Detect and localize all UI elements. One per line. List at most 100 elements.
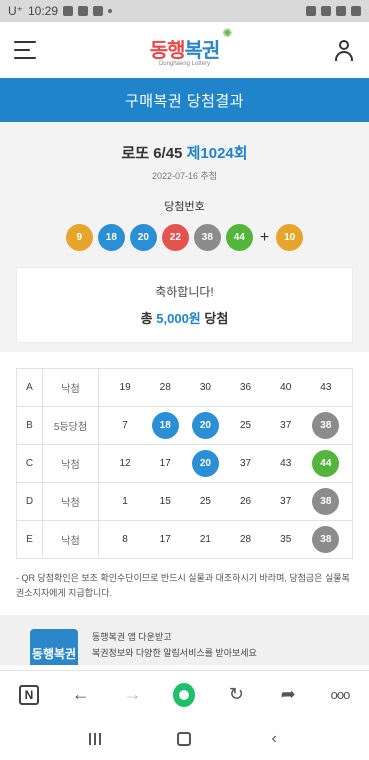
picked-number: 38 bbox=[312, 412, 340, 439]
recents-icon bbox=[88, 733, 101, 745]
result-label: 낙첨 bbox=[42, 520, 99, 559]
picked-number: 1 bbox=[122, 496, 128, 507]
user-icon-body bbox=[335, 51, 353, 61]
numbers-row: 1 15 25 26 37 38 bbox=[99, 488, 352, 515]
browser-toolbar: N ← → ↻ ➦ ooo bbox=[0, 670, 369, 718]
refresh-icon[interactable]: ↻ bbox=[225, 684, 247, 706]
picked-number: 36 bbox=[239, 382, 252, 393]
message-icon bbox=[93, 6, 104, 16]
picked-number: 37 bbox=[280, 496, 292, 507]
numbers-row: 7 18 20 25 37 38 bbox=[99, 412, 352, 439]
status-bar: U⁺ 10:29 bbox=[0, 0, 369, 22]
back-nav-button[interactable]: ‹ bbox=[264, 729, 284, 749]
promo-text: 동행복권 앱 다운받고 복권정보와 다양한 알림서비스를 받아보세요 bbox=[92, 629, 257, 658]
picked-number: 37 bbox=[239, 458, 252, 469]
back-arrow-icon[interactable]: ← bbox=[70, 684, 92, 706]
winning-numbers-label: 당첨번호 bbox=[164, 201, 205, 213]
set-label: B bbox=[16, 406, 43, 445]
set-label: D bbox=[16, 482, 43, 521]
picked-number: 12 bbox=[119, 458, 131, 469]
user-icon[interactable] bbox=[333, 39, 355, 61]
numbers-cell: 8 17 21 28 35 38 bbox=[98, 520, 353, 559]
dot-icon bbox=[108, 9, 113, 13]
logo-text-part1: 동행 bbox=[149, 39, 186, 62]
result-label: 낙첨 bbox=[42, 444, 99, 483]
logo-text: 동행복권 ✺ bbox=[149, 26, 233, 63]
home-nav-button[interactable] bbox=[174, 729, 194, 749]
system-nav-bar: ‹ bbox=[0, 718, 369, 760]
picked-number: 43 bbox=[280, 458, 292, 469]
carrier-label: U⁺ bbox=[8, 4, 23, 18]
bonus-ball: 10 bbox=[276, 224, 304, 251]
forward-arrow-icon[interactable]: → bbox=[122, 684, 144, 706]
numbers-cell: 12 17 20 37 43 44 bbox=[98, 444, 353, 483]
picked-number: 40 bbox=[280, 382, 292, 393]
mute-icon bbox=[306, 6, 316, 16]
result-label: 낙첨 bbox=[42, 368, 99, 407]
prize-prefix: 총 bbox=[140, 311, 153, 326]
app-promo-banner[interactable]: 동행복권 동행복권 앱 다운받고 복권정보와 다양한 알림서비스를 받아보세요 bbox=[0, 615, 369, 665]
results-section: A 낙첨 19 28 30 36 40 43 B 5등당첨 7 18 20 25 37 38 C 낙첨 12 17 20… bbox=[0, 352, 369, 559]
more-button[interactable]: ooo bbox=[329, 684, 351, 706]
prize-amount: 5,000원 bbox=[156, 311, 201, 326]
plus-icon: + bbox=[259, 228, 270, 246]
prize-suffix: 당첨 bbox=[204, 311, 229, 326]
picked-number: 17 bbox=[159, 534, 171, 545]
draw-date: 2022-07-16 추첨 bbox=[151, 171, 218, 181]
page-title: 구매복권 당첨결과 bbox=[0, 78, 369, 122]
picked-number: 38 bbox=[312, 488, 340, 515]
result-label: 낙첨 bbox=[42, 482, 99, 521]
numbers-row: 8 17 21 28 35 38 bbox=[99, 526, 352, 553]
promo-line2: 복권정보와 다양한 알림서비스를 받아보세요 bbox=[92, 648, 257, 658]
logo[interactable]: 동행복권 ✺ Donghaeng Lottery bbox=[149, 26, 233, 67]
promo-logo: 동행복권 bbox=[30, 629, 78, 665]
game-name: 로또 6/45 bbox=[121, 145, 183, 162]
prize-box: 축하합니다! 총 5,000원 당첨 bbox=[16, 267, 353, 343]
home-button[interactable] bbox=[173, 682, 196, 707]
picked-number: 26 bbox=[239, 496, 252, 507]
back-chevron-icon: ‹ bbox=[271, 730, 277, 747]
picked-number: 7 bbox=[122, 420, 128, 431]
app-header: 동행복권 ✺ Donghaeng Lottery bbox=[0, 22, 369, 78]
picked-number: 25 bbox=[239, 420, 252, 431]
logo-text-part2: 복권 bbox=[184, 39, 221, 62]
set-label: A bbox=[16, 368, 43, 407]
set-label: C bbox=[16, 444, 43, 483]
winning-ball: 22 bbox=[161, 224, 189, 251]
menu-line bbox=[14, 57, 36, 59]
notification-icon bbox=[63, 6, 74, 16]
winning-ball: 20 bbox=[129, 224, 157, 251]
share-icon[interactable]: ➦ bbox=[277, 684, 299, 706]
picked-number: 28 bbox=[239, 534, 252, 545]
table-row: B 5등당첨 7 18 20 25 37 38 bbox=[16, 406, 353, 445]
draw-round: 제1024회 bbox=[186, 145, 248, 162]
home-circle-icon bbox=[173, 682, 196, 707]
results-table: A 낙첨 19 28 30 36 40 43 B 5등당첨 7 18 20 25 37 38 C 낙첨 12 17 20… bbox=[16, 368, 353, 559]
table-row: D 낙첨 1 15 25 26 37 38 bbox=[16, 482, 353, 521]
menu-button[interactable] bbox=[14, 41, 36, 59]
winning-ball: 44 bbox=[225, 224, 253, 251]
recents-button[interactable] bbox=[85, 729, 105, 749]
sparkle-icon: ✺ bbox=[222, 25, 232, 40]
picked-number: 21 bbox=[199, 534, 211, 545]
battery-icon bbox=[351, 6, 361, 16]
picked-number: 19 bbox=[119, 382, 131, 393]
menu-line bbox=[14, 49, 30, 51]
home-square-icon bbox=[177, 732, 192, 746]
picked-number: 28 bbox=[159, 382, 171, 393]
picked-number: 30 bbox=[199, 382, 211, 393]
naver-button[interactable]: N bbox=[18, 684, 40, 706]
more-icon: ooo bbox=[330, 687, 351, 702]
congrats-text: 축하합니다! bbox=[155, 285, 214, 299]
set-label: E bbox=[16, 520, 43, 559]
numbers-cell: 7 18 20 25 37 38 bbox=[98, 406, 353, 445]
table-row: A 낙첨 19 28 30 36 40 43 bbox=[16, 368, 353, 407]
picked-number: 35 bbox=[280, 534, 292, 545]
numbers-cell: 1 15 25 26 37 38 bbox=[98, 482, 353, 521]
picked-number: 20 bbox=[191, 412, 219, 439]
image-icon bbox=[78, 6, 89, 16]
winning-ball: 9 bbox=[65, 224, 93, 251]
picked-number: 25 bbox=[199, 496, 211, 507]
picked-number: 8 bbox=[122, 534, 128, 545]
table-row: E 낙첨 8 17 21 28 35 38 bbox=[16, 520, 353, 559]
